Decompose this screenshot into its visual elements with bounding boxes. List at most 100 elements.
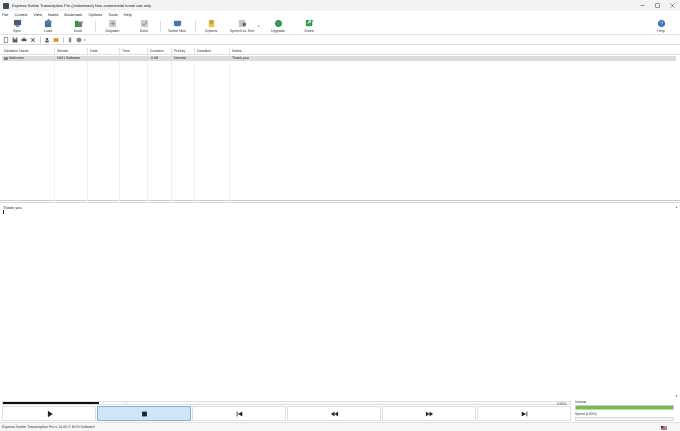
- language-dropdown-icon[interactable]: ▾: [84, 38, 86, 42]
- scroll-up-icon[interactable]: ▲: [674, 204, 679, 209]
- dispatch-icon: [108, 19, 117, 28]
- new-file-icon: [3, 37, 9, 43]
- position-slider[interactable]: ⋯: [2, 401, 571, 405]
- new-button[interactable]: [2, 37, 10, 44]
- column-deadline[interactable]: Deadline: [197, 49, 211, 53]
- rewind-icon: [330, 411, 338, 416]
- column-guide: [54, 55, 55, 201]
- minimize-button[interactable]: [635, 0, 650, 11]
- main-toolbar: Sync Load Dock ▾ Dispatch Done Scribe Mi…: [0, 18, 680, 35]
- done-button[interactable]: Done: [137, 19, 151, 34]
- dispatch-label: Dispatch: [105, 29, 120, 33]
- timestamp-icon: [68, 37, 72, 43]
- sync-button[interactable]: Sync: [10, 19, 24, 34]
- menu-tools[interactable]: Tools: [108, 12, 117, 17]
- export-button[interactable]: [52, 37, 60, 44]
- print-button[interactable]: [20, 37, 28, 44]
- menu-file[interactable]: File: [2, 12, 8, 17]
- done-icon: [140, 19, 148, 28]
- column-divider[interactable]: [229, 48, 230, 54]
- speed-label: Speed (100%): [575, 412, 597, 416]
- column-divider[interactable]: [171, 48, 172, 54]
- svg-text:?: ?: [660, 21, 663, 27]
- dock-dropdown-icon[interactable]: ▾: [82, 20, 84, 24]
- fast-forward-button[interactable]: [382, 406, 476, 421]
- minimize-icon: [640, 5, 645, 6]
- window-controls: [635, 0, 680, 11]
- status-bar: Express Scribe Transcription Pro v 14.00…: [0, 422, 680, 431]
- save-button[interactable]: [11, 37, 19, 44]
- timestamp-button[interactable]: [66, 37, 74, 44]
- user-button[interactable]: [43, 37, 51, 44]
- position-time: 0:00.0: [557, 401, 567, 406]
- options-icon: [208, 19, 214, 28]
- load-icon: [44, 19, 52, 28]
- column-guide: [171, 55, 172, 201]
- column-sender[interactable]: Sender: [57, 49, 69, 53]
- column-time[interactable]: Time: [122, 49, 130, 53]
- help-button[interactable]: ? Help: [654, 19, 668, 34]
- load-button[interactable]: Load: [41, 19, 55, 34]
- column-date[interactable]: Date: [90, 49, 98, 53]
- slider-grip-icon[interactable]: ⋯: [125, 401, 128, 405]
- scroll-down-icon[interactable]: ▼: [674, 393, 679, 398]
- dispatch-button[interactable]: Dispatch: [104, 19, 121, 34]
- column-priority[interactable]: Priority: [174, 49, 185, 53]
- speech-to-text-button[interactable]: Speech-to-Text: [229, 19, 255, 34]
- column-divider[interactable]: [54, 48, 55, 54]
- sync-label: Sync: [13, 29, 21, 33]
- menu-notes[interactable]: Notes: [48, 12, 58, 17]
- notes-scrollbar[interactable]: ▲ ▼: [674, 204, 679, 398]
- share-dropdown-icon[interactable]: ▾: [312, 19, 314, 23]
- speech-to-text-dropdown-icon[interactable]: ▾: [258, 24, 260, 28]
- upgrade-button[interactable]: Upgrade: [270, 19, 286, 34]
- menu-options[interactable]: Options: [88, 12, 102, 17]
- menu-view[interactable]: View: [33, 12, 42, 17]
- transport-controls: [2, 406, 571, 421]
- fast-forward-icon: [425, 411, 433, 416]
- volume-slider[interactable]: [575, 405, 674, 410]
- position-fill: [3, 402, 100, 404]
- globe-icon: [76, 37, 82, 43]
- toolbar-divider: [40, 37, 41, 43]
- table-row[interactable]: Welcome NCH Software 0:08 Normal Thank y…: [2, 55, 676, 61]
- menu-bookmark[interactable]: Bookmark: [64, 12, 82, 17]
- menu-help[interactable]: Help: [124, 12, 132, 17]
- options-button[interactable]: Options: [203, 19, 219, 34]
- done-label: Done: [139, 29, 149, 33]
- next-button[interactable]: [477, 406, 571, 421]
- stop-button[interactable]: [97, 406, 191, 421]
- previous-button[interactable]: [192, 406, 286, 421]
- delete-button[interactable]: [29, 37, 37, 44]
- column-divider[interactable]: [194, 48, 195, 54]
- notes-editor[interactable]: Thank you ▲ ▼: [0, 202, 680, 398]
- help-label: Help: [657, 29, 665, 33]
- rewind-button[interactable]: [287, 406, 381, 421]
- notes-text[interactable]: Thank you: [3, 205, 22, 210]
- speed-slider[interactable]: [575, 416, 674, 421]
- cell-name: Welcome: [9, 56, 24, 60]
- cell-priority: Normal: [174, 56, 186, 60]
- play-icon: [47, 410, 53, 417]
- maximize-button[interactable]: [650, 0, 665, 11]
- column-divider[interactable]: [87, 48, 88, 54]
- column-duration[interactable]: Duration: [150, 49, 164, 53]
- play-button[interactable]: [2, 406, 96, 421]
- menu-control[interactable]: Control: [14, 12, 27, 17]
- status-text: Express Scribe Transcription Pro v 14.00…: [2, 425, 95, 429]
- help-icon: ?: [657, 19, 665, 27]
- column-notes[interactable]: Notes: [232, 49, 241, 53]
- share-label: Share: [304, 29, 314, 33]
- dictation-file-icon: [4, 56, 8, 60]
- scribe-mini-button[interactable]: Scribe Mini: [166, 19, 188, 34]
- column-divider[interactable]: [147, 48, 148, 54]
- close-icon: [670, 3, 675, 8]
- column-guide: [229, 55, 230, 201]
- close-button[interactable]: [665, 0, 680, 11]
- language-button[interactable]: [75, 37, 83, 44]
- title-bar: Express Scribe Transcription Pro (Unlice…: [0, 0, 680, 11]
- column-divider[interactable]: [119, 48, 120, 54]
- column-dictation-name[interactable]: Dictation Name: [4, 49, 29, 53]
- table-header: Dictation Name Sender Date Time Duration…: [0, 47, 680, 55]
- menu-bar: File Control View Notes Bookmark Options…: [0, 11, 680, 18]
